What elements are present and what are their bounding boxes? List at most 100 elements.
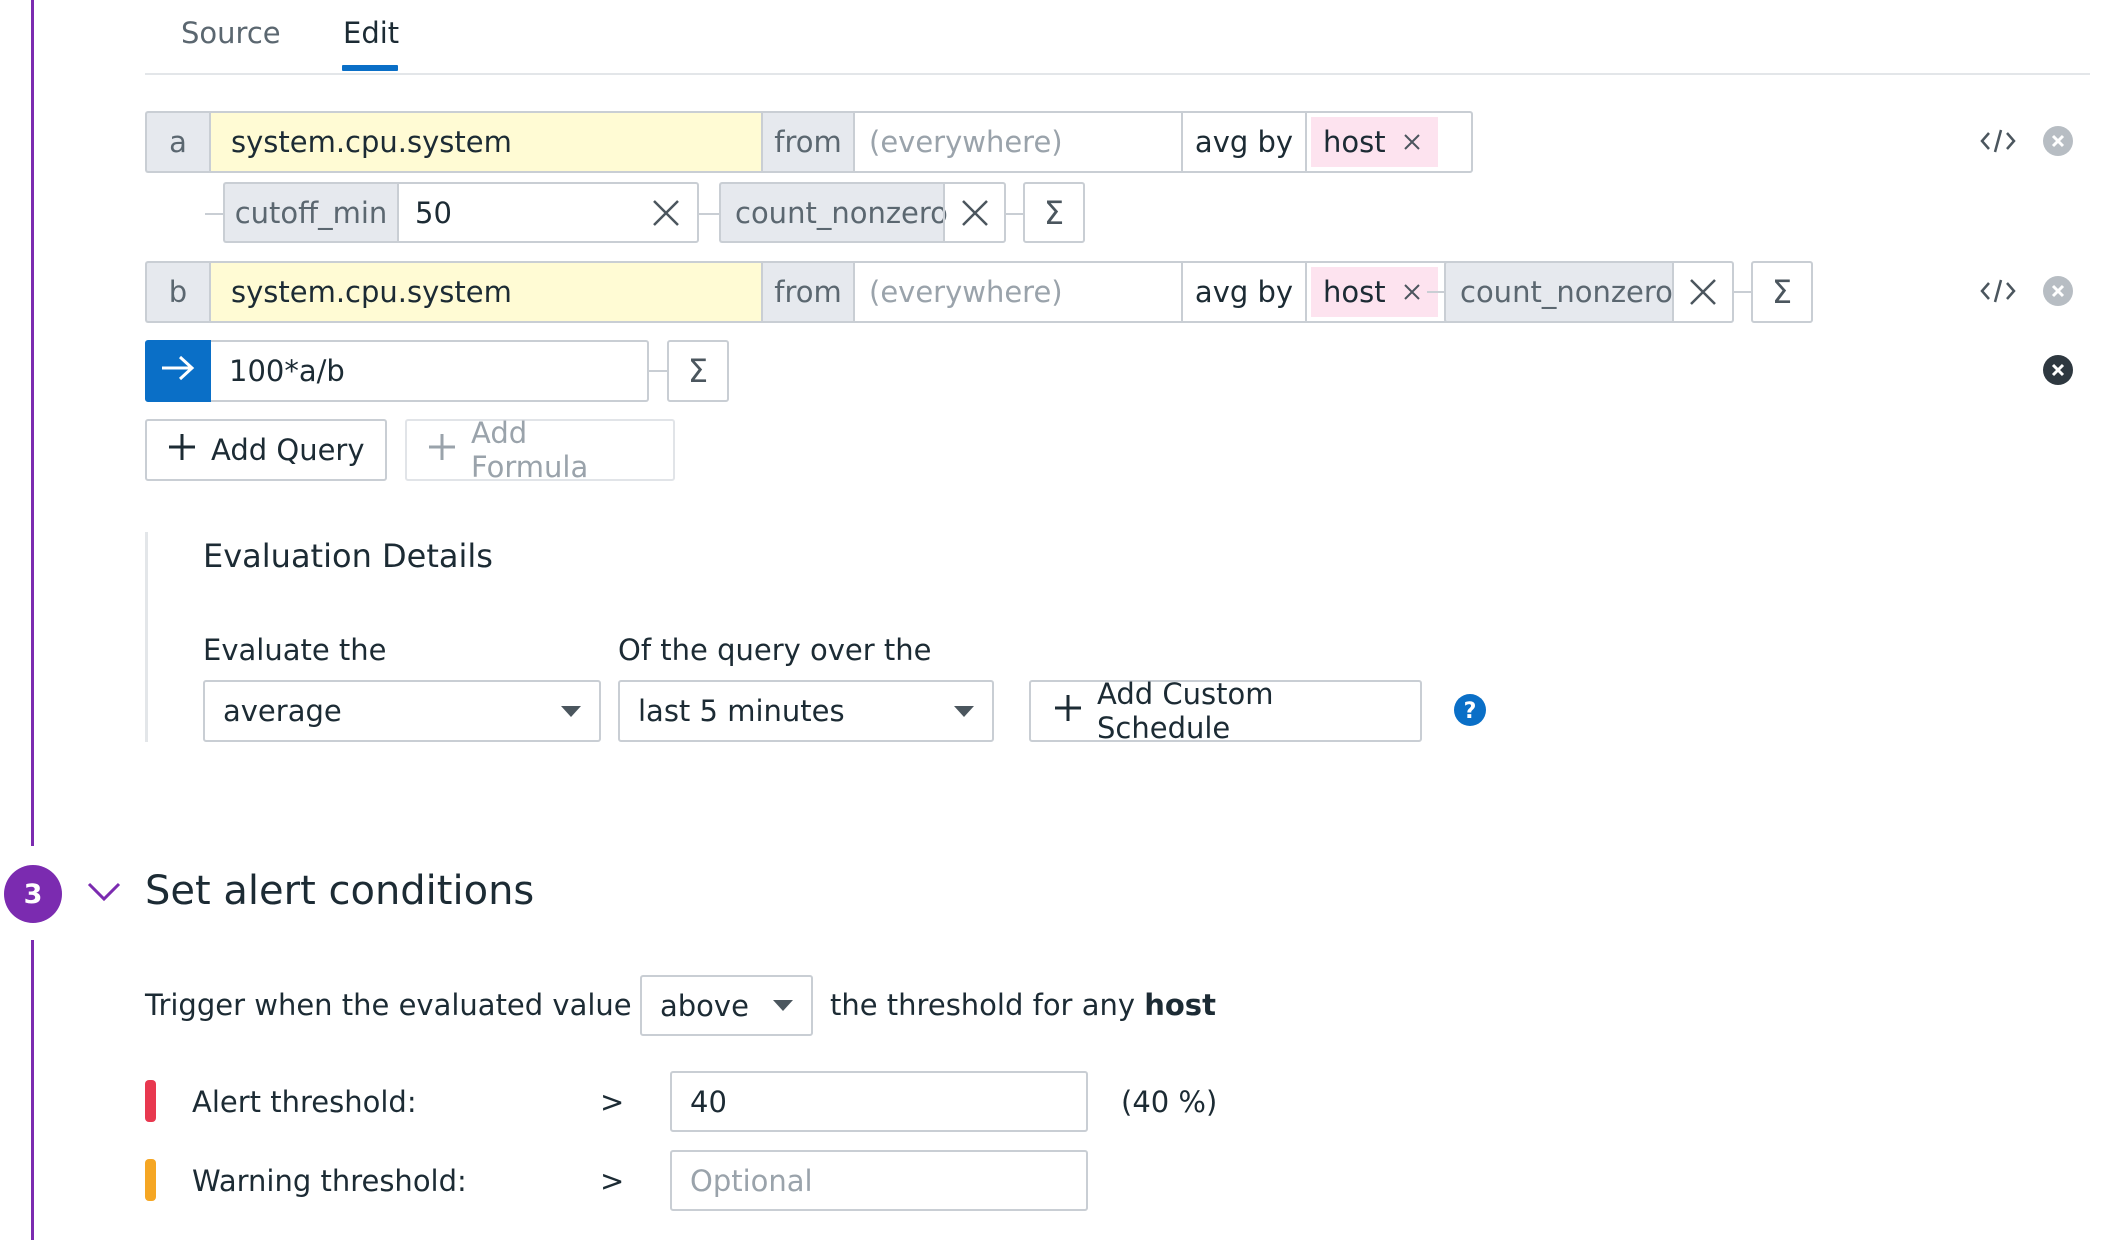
- warning-threshold-label: Warning threshold:: [192, 1164, 467, 1198]
- alert-color-bar: [145, 1080, 156, 1122]
- close-x-icon[interactable]: [1402, 132, 1422, 152]
- close-x-icon[interactable]: [1402, 282, 1422, 302]
- function-remove[interactable]: [1672, 261, 1734, 323]
- from-scope-field[interactable]: (everywhere): [853, 111, 1181, 173]
- trigger-prefix: Trigger when the evaluated value is: [145, 988, 664, 1022]
- group-tag-label: host: [1323, 275, 1386, 309]
- tabs-divider: [145, 73, 2090, 75]
- caret-down-icon: [773, 1000, 793, 1011]
- alert-threshold-value: 40: [690, 1084, 727, 1119]
- from-label: from: [761, 261, 853, 323]
- metric-name: system.cpu.system: [231, 275, 512, 309]
- plus-icon: [1053, 693, 1083, 730]
- function-connector: [699, 213, 719, 215]
- caret-down-icon: [561, 705, 581, 717]
- function-name[interactable]: cutoff_min: [223, 182, 397, 243]
- function-connector: [205, 213, 225, 215]
- alert-percentage: (40 %): [1121, 1085, 1218, 1119]
- evaluate-select[interactable]: average: [203, 680, 601, 742]
- window-label: Of the query over the: [618, 633, 932, 667]
- sigma-icon[interactable]: Σ: [1751, 261, 1813, 323]
- warning-operator: >: [600, 1164, 625, 1198]
- group-tag[interactable]: host: [1311, 117, 1438, 167]
- trigger-suffix-text: the threshold for any: [830, 988, 1136, 1022]
- aggregation-select[interactable]: avg by: [1181, 261, 1305, 323]
- warning-threshold-placeholder: Optional: [690, 1163, 813, 1198]
- remove-circle-icon[interactable]: [2042, 275, 2074, 311]
- function-connector: [1734, 291, 1752, 293]
- function-remove[interactable]: [943, 182, 1006, 243]
- group-tag[interactable]: host: [1311, 267, 1438, 317]
- from-scope-field[interactable]: (everywhere): [853, 261, 1181, 323]
- remove-circle-icon[interactable]: [2042, 125, 2074, 161]
- function-name[interactable]: count_nonzero: [1444, 261, 1673, 323]
- query-letter[interactable]: a: [145, 111, 209, 173]
- function-name[interactable]: count_nonzero: [719, 182, 948, 243]
- formula-arrow: [145, 340, 211, 402]
- query-b-row: b system.cpu.system from (everywhere) av…: [145, 261, 1473, 323]
- arrow-right-icon: [160, 354, 196, 389]
- trigger-group: host: [1144, 988, 1216, 1022]
- query-a-row: a system.cpu.system from (everywhere) av…: [145, 111, 1473, 173]
- close-x-icon[interactable]: [1688, 277, 1718, 307]
- group-tag-label: host: [1323, 125, 1386, 159]
- chevron-down-icon[interactable]: [86, 879, 122, 909]
- trigger-select[interactable]: above: [640, 975, 813, 1036]
- formula-row: 100*a/b: [145, 340, 649, 402]
- group-by-field[interactable]: host: [1305, 111, 1473, 173]
- timeline-line: [31, 940, 34, 1240]
- sigma-icon[interactable]: Σ: [1023, 182, 1085, 243]
- trigger-suffix: the threshold for any host: [830, 988, 1216, 1022]
- tab-active-indicator: [342, 65, 398, 71]
- add-custom-schedule-button[interactable]: Add Custom Schedule: [1029, 677, 1422, 745]
- alert-threshold-input[interactable]: 40: [670, 1071, 1088, 1132]
- function-count-nonzero: count_nonzero: [1444, 261, 1734, 323]
- code-icon[interactable]: [1980, 277, 2016, 309]
- window-select-value: last 5 minutes: [638, 694, 845, 728]
- plus-icon: [427, 432, 457, 469]
- aggregation-select[interactable]: avg by: [1181, 111, 1305, 173]
- function-count-nonzero: count_nonzero: [719, 182, 1006, 243]
- step-badge: 3: [4, 865, 62, 923]
- alert-threshold-label: Alert threshold:: [192, 1085, 417, 1119]
- metric-field[interactable]: system.cpu.system: [209, 111, 761, 173]
- timeline-line: [31, 0, 34, 846]
- add-formula-button[interactable]: Add Formula: [405, 416, 675, 484]
- metric-field[interactable]: system.cpu.system: [209, 261, 761, 323]
- sigma-icon[interactable]: Σ: [667, 340, 729, 402]
- function-connector: [649, 370, 669, 372]
- query-letter-text: a: [169, 125, 187, 159]
- tab-source[interactable]: Source: [181, 16, 281, 50]
- code-icon[interactable]: [1980, 127, 2016, 159]
- evaluate-select-value: average: [223, 694, 342, 728]
- close-x-icon[interactable]: [960, 198, 990, 228]
- warning-color-bar: [145, 1159, 156, 1201]
- function-cutoff-min: cutoff_min 50: [223, 182, 699, 243]
- tab-edit[interactable]: Edit: [343, 16, 399, 50]
- add-query-button[interactable]: Add Query: [145, 419, 387, 481]
- svg-text:?: ?: [1464, 699, 1477, 724]
- evaluate-label: Evaluate the: [203, 633, 387, 667]
- plus-icon: [167, 432, 197, 469]
- close-x-icon[interactable]: [651, 198, 681, 228]
- metric-name: system.cpu.system: [231, 125, 512, 159]
- function-arg-input[interactable]: 50: [397, 182, 699, 243]
- evaluation-divider: [145, 532, 148, 742]
- query-letter-text: b: [168, 275, 188, 309]
- caret-down-icon: [954, 705, 974, 717]
- trigger-select-value: above: [660, 988, 749, 1023]
- evaluation-title: Evaluation Details: [203, 537, 493, 575]
- help-icon[interactable]: ?: [1453, 693, 1487, 731]
- formula-input[interactable]: 100*a/b: [211, 340, 649, 402]
- add-custom-schedule-label: Add Custom Schedule: [1097, 677, 1274, 745]
- window-select[interactable]: last 5 minutes: [618, 680, 994, 742]
- query-letter[interactable]: b: [145, 261, 209, 323]
- function-connector: [1006, 213, 1024, 215]
- section-title: Set alert conditions: [145, 868, 535, 914]
- add-formula-label: Add Formula: [471, 416, 589, 484]
- from-label: from: [761, 111, 853, 173]
- warning-threshold-input[interactable]: Optional: [670, 1150, 1088, 1211]
- add-query-label: Add Query: [211, 433, 365, 467]
- alert-operator: >: [600, 1085, 625, 1119]
- remove-circle-icon[interactable]: [2042, 354, 2074, 390]
